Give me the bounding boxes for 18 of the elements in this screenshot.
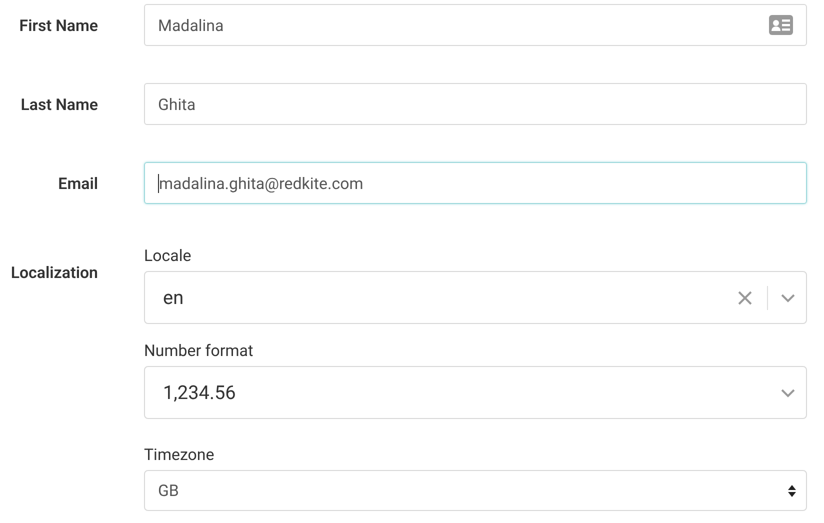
timezone-select[interactable]: GB — [144, 470, 807, 511]
text-field[interactable]: Ghita — [144, 83, 807, 125]
section-label: Localization — [10, 262, 98, 282]
field-label: Email — [57, 174, 98, 192]
chevron-down-icon — [780, 292, 796, 302]
field-label: Number format — [144, 341, 254, 360]
contact-card-icon — [769, 15, 793, 35]
field-label: First Name — [18, 16, 98, 34]
chevron-down-icon — [780, 388, 796, 398]
text-field[interactable]: Madalina — [144, 4, 807, 46]
sort-arrows-icon — [788, 484, 796, 496]
text-field[interactable]: madalina.ghita@redkite.com — [144, 162, 807, 204]
locale-select[interactable]: en — [144, 271, 807, 324]
field-label: Timezone — [144, 445, 216, 464]
clear-icon[interactable] — [737, 290, 753, 306]
number-format-select[interactable]: 1,234.56 — [144, 366, 807, 419]
field-label: Locale — [144, 246, 192, 265]
field-label: Last Name — [20, 94, 98, 114]
